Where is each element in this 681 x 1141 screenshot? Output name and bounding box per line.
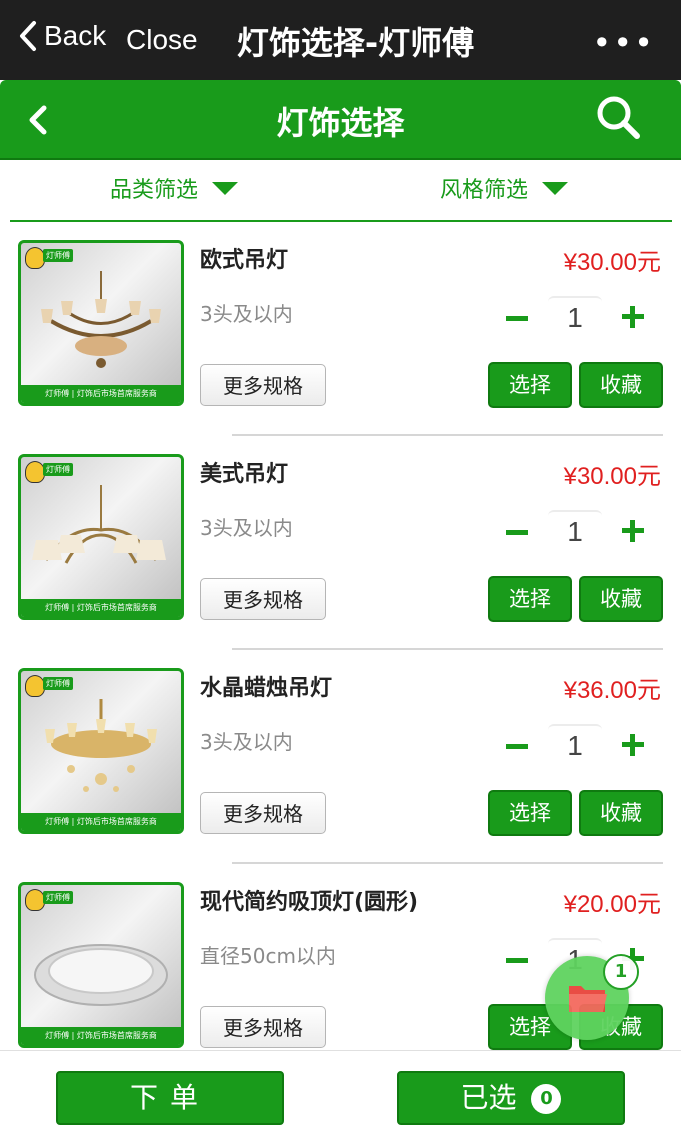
brand-logo: 灯师傅 [25,247,83,269]
brand-strip: 灯师傅 | 灯饰后市场首席服务商 [21,813,181,831]
product-spec: 3头及以内 [200,516,293,540]
increase-quantity-button[interactable] [620,304,646,330]
product-image[interactable]: 灯师傅 灯师傅 | 灯饰后市场首席服务商 [18,668,184,834]
favorite-button[interactable]: 收藏 [579,576,663,622]
quantity-field[interactable]: 1 [548,724,602,766]
folder-icon [569,986,607,1012]
brand-strip: 灯师傅 | 灯饰后市场首席服务商 [21,385,181,403]
cart-floating-button[interactable]: 1 [545,954,639,1040]
product-name: 美式吊灯 [200,462,289,487]
brand-logo: 灯师傅 [25,675,83,697]
style-filter[interactable]: 风格筛选 [440,172,569,204]
product-list: 灯师傅 灯师傅 | 灯饰后市场首席服务商 欧式吊灯 ¥30.00元 3头及以内 … [0,222,681,1050]
brand-strip: 灯师傅 | 灯饰后市场首席服务商 [21,599,181,617]
list-item: 灯师傅 灯师傅 | 灯饰后市场首席服务商 美式吊灯 ¥30.00元 3头及以内 … [0,436,681,650]
selected-count-badge: 0 [531,1084,562,1114]
product-price: ¥36.00元 [563,677,661,704]
chandelier-icon [32,485,166,564]
more-specs-button[interactable]: 更多规格 [200,578,326,620]
quantity-field[interactable]: 1 [548,510,602,552]
list-item: 灯师傅 灯师傅 | 灯饰后市场首席服务商 水晶蜡烛吊灯 ¥36.00元 3头及以… [0,650,681,864]
window-title: 灯饰选择-灯师傅 [236,24,475,62]
product-price: ¥30.00元 [563,463,661,490]
product-price: ¥30.00元 [563,249,661,276]
product-name: 水晶蜡烛吊灯 [200,676,333,701]
increase-quantity-button[interactable] [620,518,646,544]
brand-logo: 灯师傅 [25,889,83,911]
more-specs-button[interactable]: 更多规格 [200,792,326,834]
caret-down-icon [212,181,239,195]
more-menu-button[interactable]: ••• [592,24,655,62]
place-order-button[interactable]: 下单 [56,1071,284,1125]
brand-logo: 灯师傅 [25,461,83,483]
favorite-button[interactable]: 收藏 [579,362,663,408]
product-image[interactable]: 灯师傅 灯师傅 | 灯饰后市场首席服务商 [18,240,184,406]
product-name: 现代简约吸顶灯(圆形) [200,890,419,915]
favorite-button[interactable]: 收藏 [579,790,663,836]
product-price: ¥20.00元 [563,891,661,918]
brand-strip: 灯师傅 | 灯饰后市场首席服务商 [21,1027,181,1045]
chandelier-icon [41,271,161,368]
search-icon [597,96,640,139]
product-image[interactable]: 灯师傅 灯师傅 | 灯饰后市场首席服务商 [18,882,184,1048]
product-spec: 直径50cm以内 [200,944,336,968]
list-item: 灯师傅 灯师傅 | 灯饰后市场首席服务商 欧式吊灯 ¥30.00元 3头及以内 … [0,222,681,436]
select-button[interactable]: 选择 [488,362,572,408]
page-header: 灯饰选择 [0,80,681,160]
select-button[interactable]: 选择 [488,576,572,622]
decrease-quantity-button[interactable] [506,316,528,321]
more-specs-button[interactable]: 更多规格 [200,1006,326,1048]
product-spec: 3头及以内 [200,302,293,326]
caret-down-icon [542,181,569,195]
page-title: 灯饰选择 [276,104,405,142]
decrease-quantity-button[interactable] [506,958,528,963]
increase-quantity-button[interactable] [620,732,646,758]
product-name: 欧式吊灯 [200,248,289,273]
bottom-bar: 下单 已选 0 [0,1050,681,1141]
selected-label: 已选 [460,1081,517,1114]
more-specs-button[interactable]: 更多规格 [200,364,326,406]
category-filter-label: 品类筛选 [110,178,199,203]
cart-count-badge: 1 [603,954,639,990]
search-button[interactable] [595,94,641,144]
crystal-chandelier-icon [45,699,157,792]
selected-items-button[interactable]: 已选 0 [397,1071,625,1125]
decrease-quantity-button[interactable] [506,744,528,749]
quantity-field[interactable]: 1 [548,296,602,338]
style-filter-label: 风格筛选 [440,178,529,203]
decrease-quantity-button[interactable] [506,530,528,535]
top-bar: Back Close 灯饰选择-灯师傅 ••• [0,0,681,80]
filter-bar: 品类筛选 风格筛选 [10,160,672,222]
ceiling-lamp-icon [34,944,168,1006]
category-filter[interactable]: 品类筛选 [110,172,239,204]
product-image[interactable]: 灯师傅 灯师傅 | 灯饰后市场首席服务商 [18,454,184,620]
product-spec: 3头及以内 [200,730,293,754]
select-button[interactable]: 选择 [488,790,572,836]
